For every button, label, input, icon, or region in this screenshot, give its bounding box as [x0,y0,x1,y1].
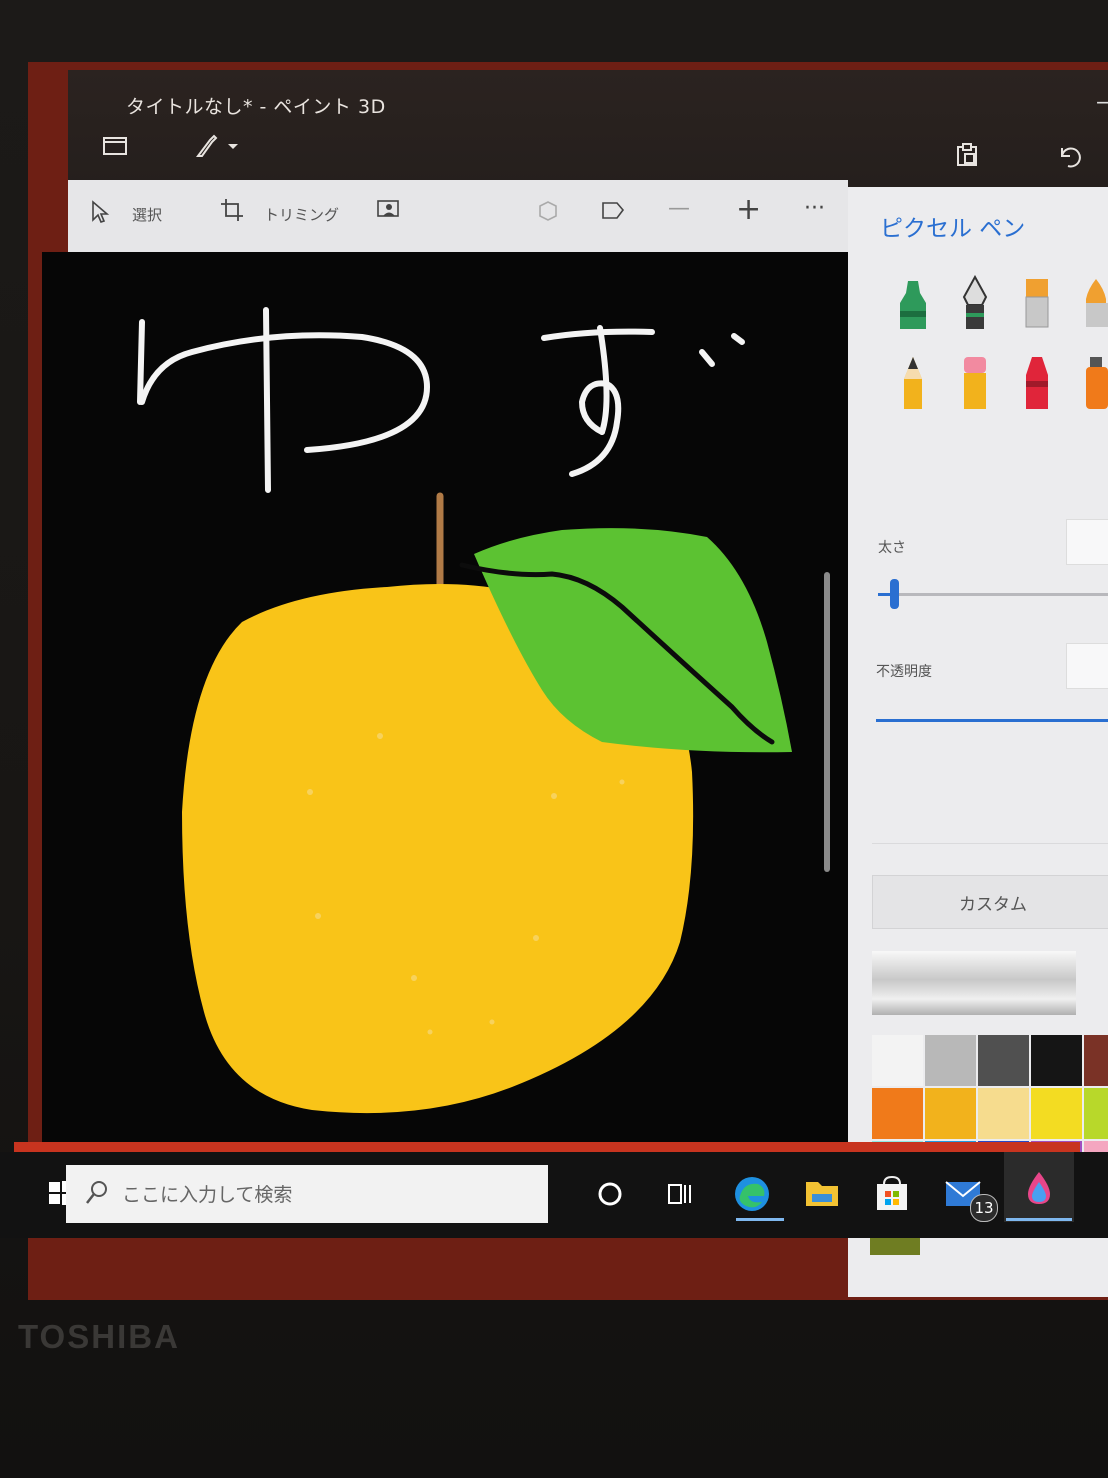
color-swatch[interactable] [872,1035,923,1086]
store-icon[interactable] [874,1174,910,1216]
color-swatch[interactable] [978,1035,1029,1086]
paste-icon[interactable] [954,142,980,175]
taskbar: ここに入力して検索 13 [0,1152,1108,1238]
thickness-slider-thumb[interactable] [890,579,899,609]
window-title: タイトルなし* - ペイント 3D [126,96,386,118]
color-swatch[interactable] [925,1035,976,1086]
custom-color-button[interactable]: カスタム [872,875,1108,929]
vertical-scrollbar[interactable] [824,572,830,872]
brush-panel: ピクセル ペン 太さ 不透明度 カスタム [848,187,1108,1297]
file-explorer-icon[interactable] [804,1176,840,1214]
color-swatch[interactable] [1031,1035,1082,1086]
thickness-input[interactable] [1066,519,1108,565]
panel-divider [872,843,1108,844]
menu-icon[interactable] [102,134,128,164]
color-swatch[interactable] [1031,1088,1082,1139]
minimize-button[interactable]: — [1096,90,1108,115]
more-options-button[interactable]: ··· [804,196,825,221]
calligraphy-pen-icon[interactable] [960,274,990,335]
screen: タイトルなし* - ペイント 3D — 選択 トリミング [28,62,1108,1300]
taskbar-search-box[interactable]: ここに入力して検索 [66,1165,548,1223]
view-3d-icon[interactable] [536,200,560,228]
opacity-slider-fill [876,719,1108,722]
brushes-icon[interactable] [194,132,240,167]
edge-browser-icon[interactable] [732,1174,772,1218]
select-label[interactable]: 選択 [132,204,162,225]
brand-logo: TOSHIBA [18,1318,180,1355]
texture-preview[interactable] [872,951,1076,1015]
paint-3d-icon [1028,1172,1050,1204]
zoom-out-button[interactable]: — [668,196,690,221]
drawing [137,307,792,1114]
opacity-input[interactable] [1066,643,1108,689]
color-swatch[interactable] [872,1088,923,1139]
undo-icon[interactable] [1056,142,1082,175]
spray-can-icon[interactable] [1084,355,1108,415]
flag-icon[interactable] [600,200,626,228]
search-placeholder: ここに入力して検索 [122,1184,293,1206]
window-accent-border [14,1142,1080,1152]
crayon-icon[interactable] [1022,355,1052,415]
drawing-canvas[interactable] [42,252,848,1217]
crop-icon[interactable] [220,198,244,228]
color-swatch[interactable] [1084,1088,1108,1139]
thickness-slider-track[interactable] [878,593,1108,596]
watercolor-icon[interactable] [1084,277,1108,333]
select-icon[interactable] [90,200,110,230]
crop-label[interactable]: トリミング [264,204,339,225]
canvas-toolbar: 選択 トリミング — + ··· [68,180,848,252]
mail-badge: 13 [970,1194,998,1222]
color-swatch[interactable] [1084,1035,1108,1086]
pencil-icon[interactable] [898,355,928,415]
oil-brush-icon[interactable] [1022,277,1052,333]
paint3d-taskbar-button[interactable] [1004,1152,1074,1222]
opacity-label: 不透明度 [876,664,932,680]
cortana-icon[interactable] [596,1180,624,1212]
paint3d-active-indicator [1006,1218,1072,1221]
search-icon [84,1179,110,1211]
eraser-icon[interactable] [960,355,990,415]
thickness-label: 太さ [878,540,906,556]
zoom-in-button[interactable]: + [736,192,761,227]
edge-active-indicator [736,1218,784,1221]
panel-title: ピクセル ペン [880,216,1026,242]
color-swatch[interactable] [978,1088,1029,1139]
color-swatch[interactable] [925,1088,976,1139]
task-view-icon[interactable] [666,1180,694,1212]
magic-select-icon[interactable] [376,198,402,228]
handwritten-text [137,307,745,493]
marker-icon[interactable] [898,279,928,335]
